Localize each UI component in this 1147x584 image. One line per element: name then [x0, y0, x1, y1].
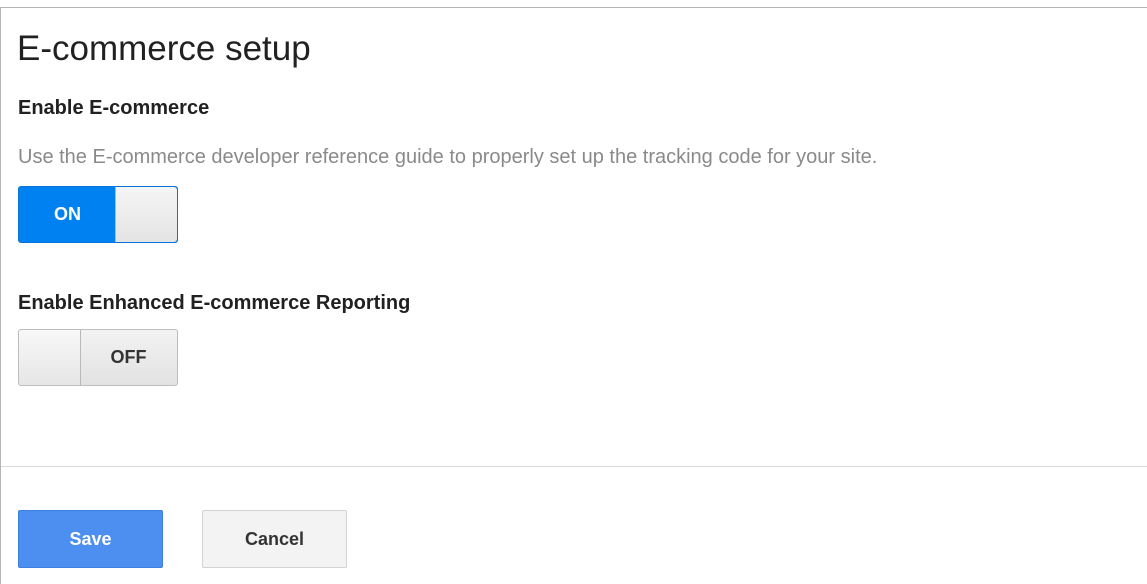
enable-enhanced-ecommerce-heading: Enable Enhanced E-commerce Reporting [18, 292, 411, 314]
toggle-knob [19, 330, 81, 385]
toggle-off-label: OFF [110, 347, 147, 367]
toggle-on-label: ON [54, 204, 81, 224]
page-title: E-commerce setup [17, 29, 311, 68]
enable-ecommerce-heading: Enable E-commerce [18, 97, 210, 119]
divider [1, 466, 1147, 467]
save-button[interactable]: Save [18, 510, 163, 568]
toggle-knob [115, 187, 177, 242]
enable-enhanced-ecommerce-toggle[interactable]: OFF [18, 329, 178, 386]
cancel-button[interactable]: Cancel [202, 510, 347, 568]
ecommerce-help-text: Use the E-commerce developer reference g… [18, 146, 878, 168]
enable-ecommerce-toggle[interactable]: ON [18, 186, 178, 243]
